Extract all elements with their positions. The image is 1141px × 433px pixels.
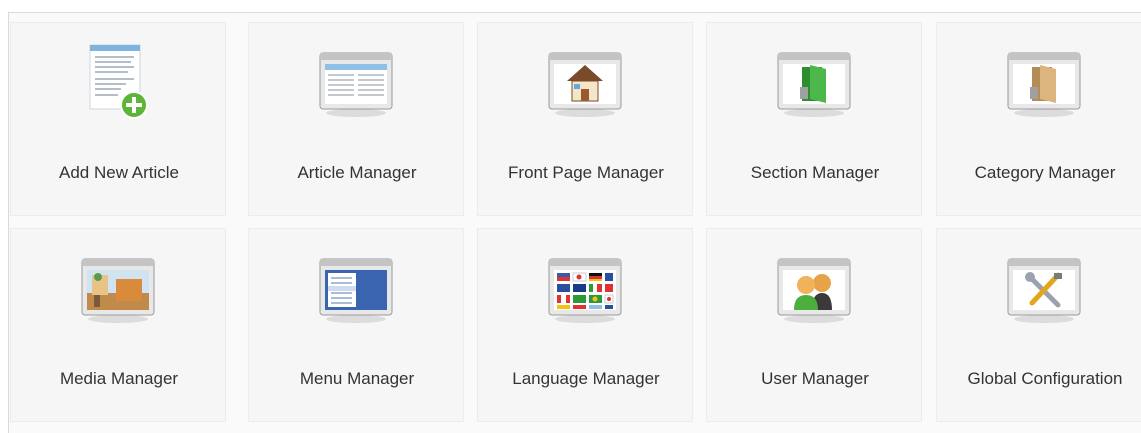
tile-language-manager[interactable]: Language Manager xyxy=(477,228,693,422)
tile-label: Article Manager xyxy=(297,163,417,182)
tile-category-manager[interactable]: Category Manager xyxy=(936,22,1141,216)
menu-window-icon xyxy=(314,247,398,331)
tile-section-manager[interactable]: Section Manager xyxy=(706,22,922,216)
article-manager-icon xyxy=(314,41,398,125)
tools-icon xyxy=(1002,247,1086,331)
tile-user-manager[interactable]: User Manager xyxy=(706,228,922,422)
tile-label: Media Manager xyxy=(59,369,179,388)
flags-icon xyxy=(543,247,627,331)
add-article-icon xyxy=(76,41,160,125)
tile-global-configuration[interactable]: Global Configuration xyxy=(936,228,1141,422)
tile-label: Language Manager xyxy=(512,369,660,388)
tile-front-page-manager[interactable]: Front Page Manager xyxy=(477,22,693,216)
tile-menu-manager[interactable]: Menu Manager xyxy=(248,228,464,422)
house-icon xyxy=(543,41,627,125)
tile-label: Menu Manager xyxy=(299,369,415,388)
green-folder-icon xyxy=(772,41,856,125)
tile-label: Add New Article xyxy=(59,163,179,182)
tan-folder-icon xyxy=(1002,41,1086,125)
tile-media-manager[interactable]: Media Manager xyxy=(10,228,226,422)
tile-label: User Manager xyxy=(761,369,869,388)
media-image-icon xyxy=(76,247,160,331)
users-icon xyxy=(772,247,856,331)
tile-label: Category Manager xyxy=(974,163,1116,182)
tile-label: Global Configuration xyxy=(967,369,1123,388)
tile-article-manager[interactable]: Article Manager xyxy=(248,22,464,216)
tile-label: Front Page Manager xyxy=(508,163,664,182)
tile-add-new-article[interactable]: Add New Article xyxy=(10,22,226,216)
quick-icons-grid: Add New Article Article Manager Front Pa… xyxy=(10,22,1141,422)
tile-label: Section Manager xyxy=(750,163,880,182)
